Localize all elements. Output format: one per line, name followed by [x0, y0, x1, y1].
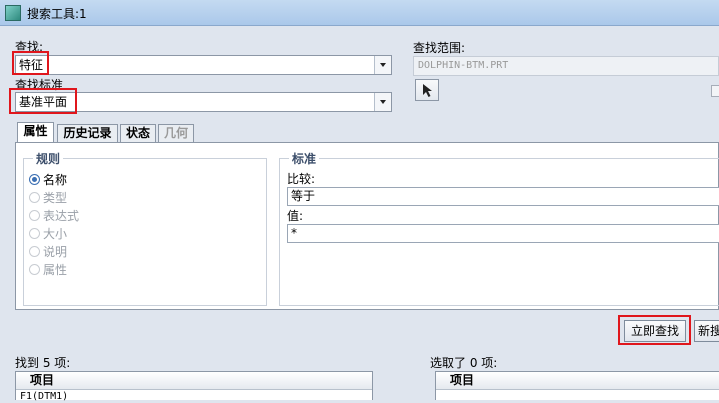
tab-history[interactable]: 历史记录 [57, 124, 118, 143]
value-field[interactable]: * [287, 224, 719, 243]
find-criteria-highlight [9, 88, 77, 114]
rule-label: 名称 [43, 173, 68, 187]
radio-icon [29, 192, 40, 203]
found-column-header[interactable]: 项目 [16, 372, 372, 390]
tab-geometry: 几何 [158, 124, 194, 143]
found-count-label: 找到 5 项: [15, 356, 71, 370]
cursor-arrow-icon [423, 84, 432, 97]
list-item[interactable]: F1(DTM1) [16, 390, 372, 403]
chevron-down-icon[interactable] [374, 93, 391, 111]
select-scope-button[interactable] [415, 79, 439, 101]
compare-label: 比较: [287, 172, 316, 186]
radio-icon [29, 264, 40, 275]
rules-title: 规则 [33, 152, 64, 166]
rule-size-radio: 大小 [29, 226, 67, 244]
radio-icon [29, 228, 40, 239]
rule-label: 属性 [43, 263, 68, 277]
app-icon [5, 5, 21, 21]
rule-description-radio: 说明 [29, 244, 67, 262]
criteria-title: 标准 [289, 152, 320, 166]
selected-count-label: 选取了 0 项: [430, 356, 498, 370]
scope-option-checkbox[interactable] [711, 85, 719, 97]
selected-items-list[interactable]: 项目 [435, 371, 719, 400]
found-items-list[interactable]: 项目 F1(DTM1) [15, 371, 373, 403]
radio-icon [29, 174, 40, 185]
tab-attributes[interactable]: 属性 [17, 122, 54, 143]
scope-label: 查找范围: [413, 41, 466, 55]
rule-name-radio[interactable]: 名称 [29, 172, 67, 190]
selected-column-header[interactable]: 项目 [436, 372, 719, 390]
rule-label: 表达式 [43, 209, 80, 223]
value-label: 值: [287, 209, 304, 223]
find-now-highlight [618, 315, 691, 345]
window-title: 搜索工具:1 [27, 7, 87, 21]
compare-field[interactable]: 等于 [287, 187, 719, 206]
chevron-down-icon[interactable] [374, 56, 391, 74]
scope-value: DOLPHIN-BTM.PRT [418, 60, 509, 71]
tab-status[interactable]: 状态 [120, 124, 156, 143]
find-type-highlight [12, 51, 49, 75]
find-type-combo[interactable]: 特征 [15, 55, 392, 75]
title-bar: 搜索工具:1 [0, 0, 719, 26]
compare-value: 等于 [291, 189, 316, 203]
new-search-button[interactable]: 新搜 [694, 320, 719, 342]
rule-type-radio: 类型 [29, 190, 67, 208]
rule-expression-radio: 表达式 [29, 208, 79, 226]
scope-field: DOLPHIN-BTM.PRT [413, 56, 719, 76]
value-input-text: * [291, 226, 297, 240]
radio-icon [29, 210, 40, 221]
radio-icon [29, 246, 40, 257]
rule-label: 说明 [43, 245, 68, 259]
rule-label: 大小 [43, 227, 68, 241]
rule-label: 类型 [43, 191, 68, 205]
rule-attribute-radio: 属性 [29, 262, 67, 280]
